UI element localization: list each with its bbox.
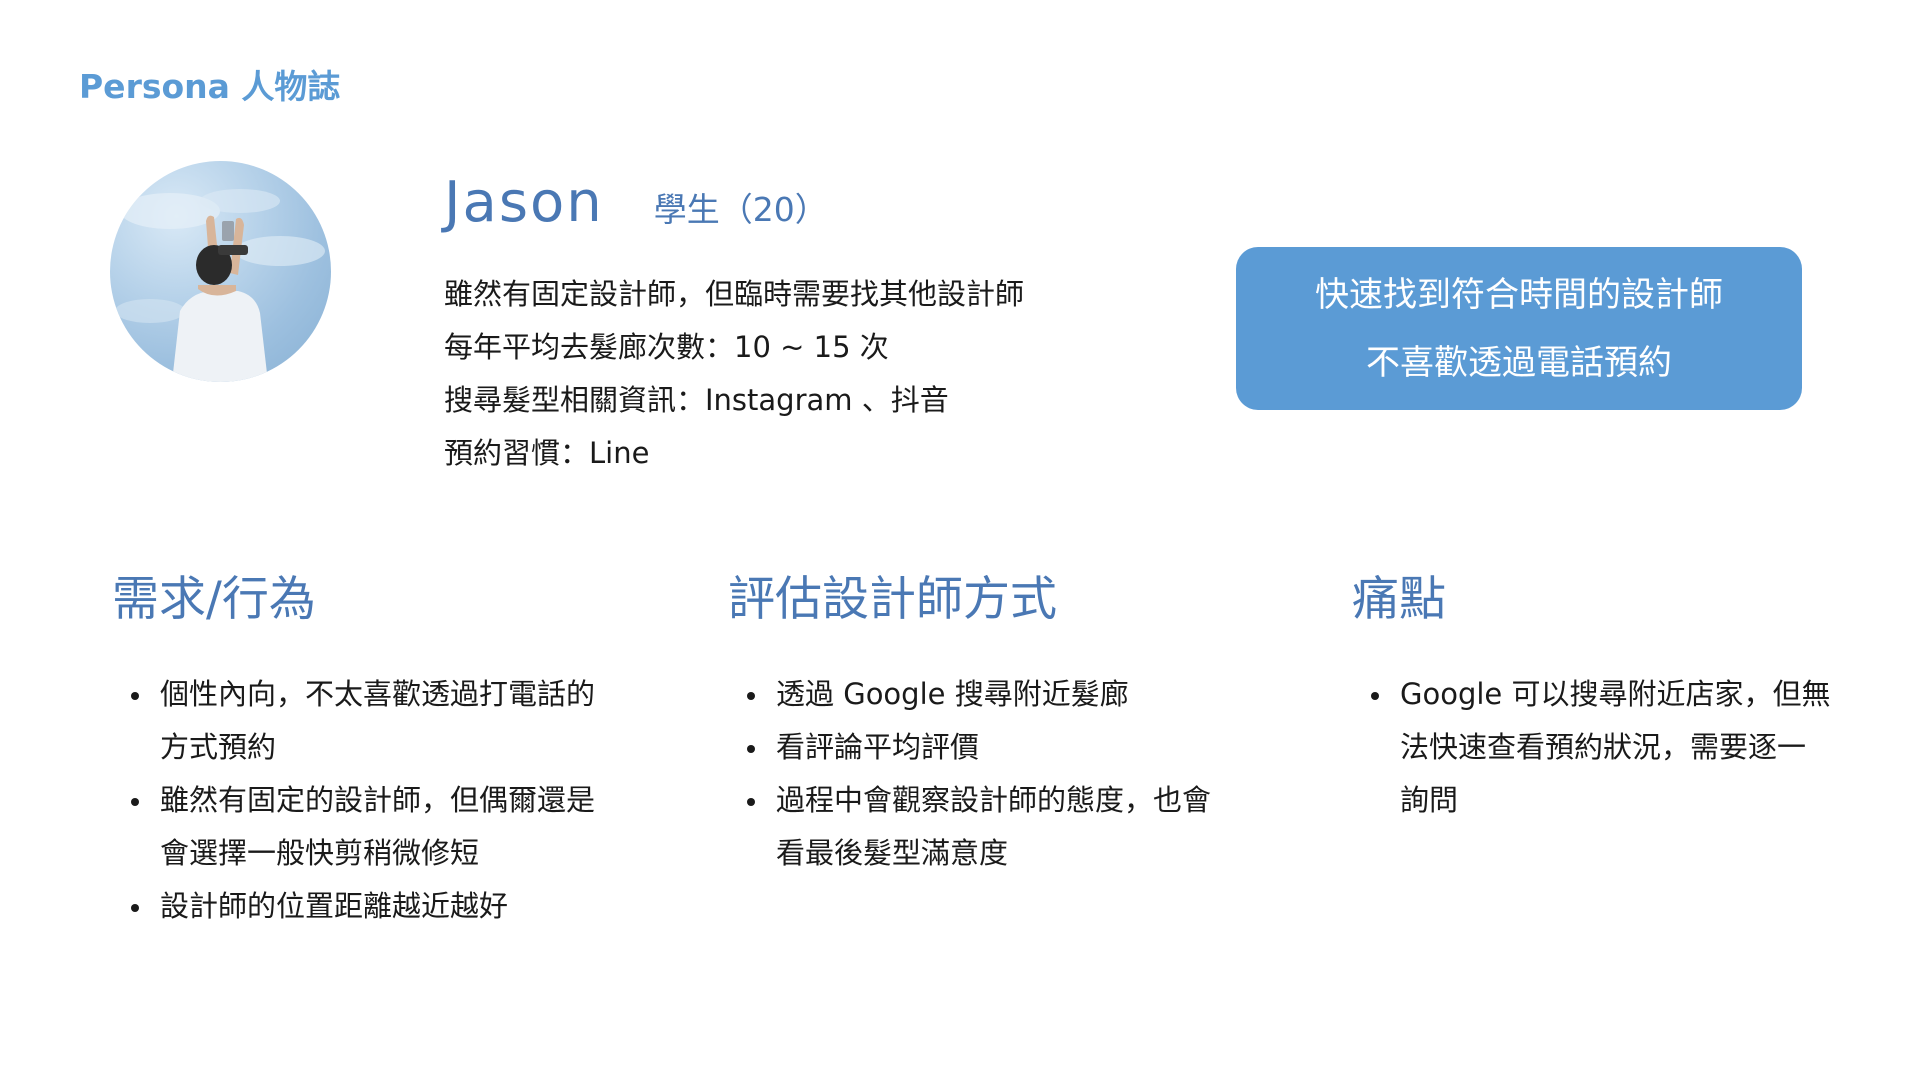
list-item: 設計師的位置距離越近越好 [112, 880, 612, 933]
fact-item: 搜尋髮型相關資訊：Instagram 、抖音 [444, 383, 949, 417]
section-title: 痛點 [1352, 572, 1446, 627]
fact-item: 雖然有固定設計師，但臨時需要找其他設計師 [444, 277, 1025, 311]
goal-line: 不喜歡透過電話預約 [1366, 342, 1672, 383]
list-item: 透過 Google 搜尋附近髮廊 [728, 668, 1228, 721]
persona-role: 學生（20） [653, 190, 828, 229]
section-list: 個性內向，不太喜歡透過打電話的方式預約 雖然有固定的設計師，但偶爾還是會選擇一般… [112, 668, 612, 933]
section-list: 透過 Google 搜尋附近髮廊 看評論平均評價 過程中會觀察設計師的態度，也會… [728, 668, 1228, 880]
persona-header: Jason 學生（20） [444, 170, 828, 235]
section-pain-points: 痛點 Google 可以搜尋附近店家，但無法快速查看預約狀況，需要逐一詢問 [1352, 570, 1832, 827]
section-needs-behaviors: 需求/行為 個性內向，不太喜歡透過打電話的方式預約 雖然有固定的設計師，但偶爾還… [112, 570, 612, 933]
section-title: 評估設計師方式 [728, 572, 1057, 627]
goal-card: 快速找到符合時間的設計師 不喜歡透過電話預約 [1236, 247, 1802, 410]
fact-item: 每年平均去髮廊次數：10 ~ 15 次 [444, 330, 889, 364]
list-item: 看評論平均評價 [728, 721, 1228, 774]
list-item: 過程中會觀察設計師的態度，也會看最後髮型滿意度 [728, 774, 1228, 880]
goal-line: 快速找到符合時間的設計師 [1315, 274, 1723, 315]
persona-facts: 雖然有固定設計師，但臨時需要找其他設計師 每年平均去髮廊次數：10 ~ 15 次… [444, 268, 1024, 480]
section-list: Google 可以搜尋附近店家，但無法快速查看預約狀況，需要逐一詢問 [1352, 668, 1832, 827]
list-item: 雖然有固定的設計師，但偶爾還是會選擇一般快剪稍微修短 [112, 774, 612, 880]
persona-name: Jason [444, 170, 604, 235]
list-item: Google 可以搜尋附近店家，但無法快速查看預約狀況，需要逐一詢問 [1352, 668, 1832, 827]
section-title: 需求/行為 [112, 572, 316, 627]
persona-avatar [110, 161, 331, 382]
page-title: Persona 人物誌 [79, 67, 341, 106]
person-photo-icon [115, 189, 325, 382]
section-evaluation: 評估設計師方式 透過 Google 搜尋附近髮廊 看評論平均評價 過程中會觀察設… [728, 570, 1228, 880]
fact-item: 預約習慣：Line [444, 436, 650, 470]
list-item: 個性內向，不太喜歡透過打電話的方式預約 [112, 668, 612, 774]
